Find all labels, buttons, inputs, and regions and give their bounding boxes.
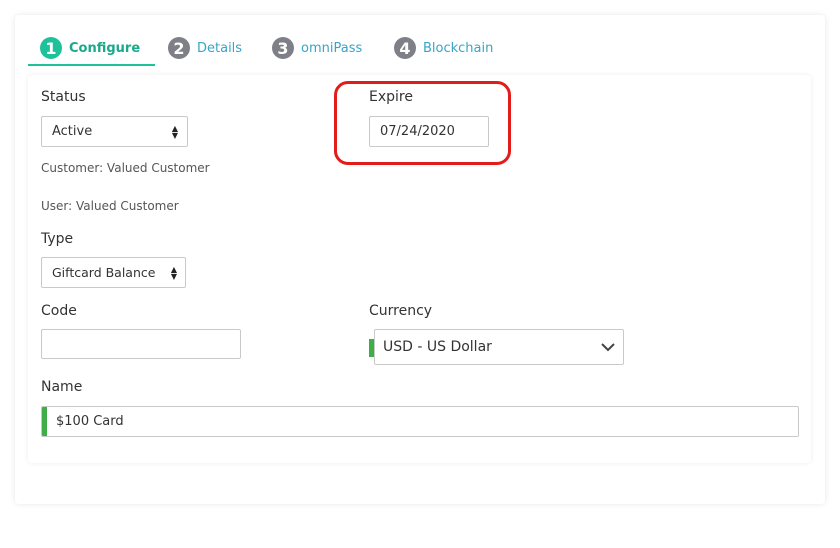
select-arrows-icon: ▲ ▼ <box>170 264 177 281</box>
status-label: Status <box>41 89 86 105</box>
tab-details[interactable]: 2 Details <box>168 30 242 66</box>
name-label: Name <box>41 379 83 395</box>
user-text: User: Valued Customer <box>41 199 179 213</box>
type-value: Giftcard Balance <box>52 265 156 280</box>
step-3-icon: 3 <box>272 37 294 59</box>
expire-highlight-annotation <box>334 81 511 165</box>
step-4-icon: 4 <box>394 37 416 59</box>
type-select[interactable]: Giftcard Balance ▲ ▼ <box>41 257 186 288</box>
currency-select[interactable]: USD - US Dollar <box>374 329 624 365</box>
chevron-down-icon <box>601 343 615 352</box>
name-value: $100 Card <box>56 414 124 429</box>
currency-label: Currency <box>369 303 433 319</box>
tab-omnipass-label: omniPass <box>301 40 363 56</box>
tab-configure-label: Configure <box>69 40 141 56</box>
currency-value: USD - US Dollar <box>383 339 492 355</box>
tab-configure[interactable]: 1 Configure <box>28 30 155 66</box>
tab-omnipass[interactable]: 3 omniPass <box>272 30 362 66</box>
name-required-bar <box>42 407 47 436</box>
step-2-icon: 2 <box>168 37 190 59</box>
code-input[interactable] <box>41 329 241 359</box>
step-1-icon: 1 <box>40 37 62 59</box>
name-input[interactable]: $100 Card <box>41 406 799 437</box>
tab-blockchain[interactable]: 4 Blockchain <box>394 30 493 66</box>
type-label: Type <box>41 231 74 247</box>
select-arrows-icon: ▲ ▼ <box>171 123 178 140</box>
status-value: Active <box>52 124 93 139</box>
status-select[interactable]: Active ▲ ▼ <box>41 116 188 147</box>
tab-details-label: Details <box>197 40 243 56</box>
customer-text: Customer: Valued Customer <box>41 161 210 175</box>
tab-blockchain-label: Blockchain <box>423 40 494 56</box>
code-label: Code <box>41 303 77 319</box>
